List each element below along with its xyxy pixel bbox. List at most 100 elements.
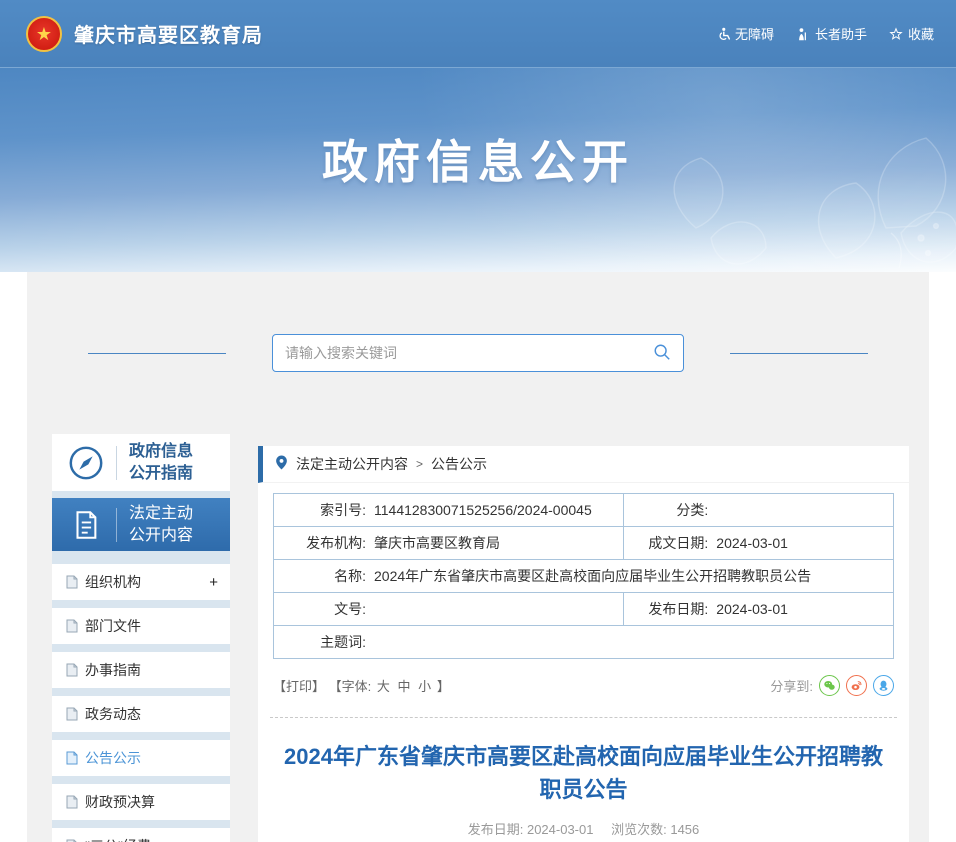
share-controls: 分享到: <box>770 675 894 696</box>
expand-plus-icon[interactable]: + <box>209 574 218 591</box>
search-icon <box>653 343 671 364</box>
article-toolbar: 【打印】 【字体: 大 中 小 】 分享到: <box>273 675 894 696</box>
elder-icon <box>796 27 810 41</box>
breadcrumb-parent-link[interactable]: 法定主动公开内容 <box>296 454 408 474</box>
doc-name-value: 2024年广东省肇庆市高要区赴高校面向应届毕业生公开招聘教职员公告 <box>374 568 812 584</box>
star-icon <box>889 26 903 41</box>
sidebar-item-three-public-expenses[interactable]: "三公"经费 <box>52 828 230 842</box>
publisher-label: 发布机构: <box>306 535 366 551</box>
page-icon <box>66 751 78 765</box>
article-meta: 发布日期: 2024-03-01 浏览次数: 1456 <box>258 819 909 838</box>
sidebar-item-statutory-disclosure[interactable]: 法定主动 公开内容 <box>52 498 230 551</box>
print-button[interactable]: 【打印】 <box>273 679 325 694</box>
document-meta-table: 索引号: 114412830071525256/2024-00045 分类: 发布… <box>272 493 894 659</box>
sidebar-item-organization[interactable]: 组织机构 + <box>52 564 230 600</box>
accessibility-icon <box>716 27 730 41</box>
elder-assistant-link[interactable]: 长者助手 <box>796 24 867 43</box>
sidebar-item-service-guide[interactable]: 办事指南 <box>52 652 230 688</box>
table-row: 主题词: <box>273 625 894 659</box>
search-section <box>27 272 929 434</box>
breadcrumb-current[interactable]: 公告公示 <box>431 454 487 474</box>
share-wechat-icon[interactable] <box>819 675 840 696</box>
elder-assistant-label: 长者助手 <box>814 27 867 42</box>
content-panel: 政府信息公开指南 法定主动公开内容 组织机构 + <box>27 272 929 842</box>
print-font-controls: 【打印】 【字体: 大 中 小 】 <box>273 676 450 695</box>
sidebar-active-label: 法定主动 公开内容 <box>129 504 194 544</box>
share-weibo-icon[interactable] <box>846 675 867 696</box>
sidebar-guide-label: 政府信息 公开指南 <box>129 442 194 482</box>
written-date-label: 成文日期: <box>648 535 709 551</box>
publish-date-meta-label: 发布日期: <box>467 822 524 837</box>
article-title: 2024年广东省肇庆市高要区赴高校面向应届毕业生公开招聘教职员公告 <box>284 744 883 802</box>
favorite-link[interactable]: 收藏 <box>889 24 934 43</box>
breadcrumb-separator: > <box>416 457 424 471</box>
accessibility-label: 无障碍 <box>734 27 774 42</box>
divider <box>116 507 117 542</box>
sidebar-item-department-documents[interactable]: 部门文件 <box>52 608 230 644</box>
compass-icon <box>66 444 106 482</box>
sidebar-item-label: 部门文件 <box>85 618 141 634</box>
sidebar-item-label: 办事指南 <box>85 662 141 678</box>
page-icon <box>66 795 78 809</box>
sidebar-item-government-news[interactable]: 政务动态 <box>52 696 230 732</box>
table-row: 索引号: 114412830071525256/2024-00045 分类: <box>272 493 894 527</box>
sidebar: 政府信息 公开指南 法定主动 公开内容 组织机构 + 部门文件 办事指南 政务动… <box>52 434 230 842</box>
left-decorative-line <box>88 352 226 354</box>
page-icon <box>66 575 78 589</box>
share-label: 分享到: <box>770 679 813 694</box>
doc-number-label: 文号: <box>334 601 366 617</box>
font-size-label-close: 】 <box>436 679 450 694</box>
views-meta-value: 1456 <box>670 822 700 837</box>
sidebar-item-label: "三公"经费 <box>85 836 151 842</box>
search-button[interactable] <box>653 343 671 364</box>
written-date-value: 2024-03-01 <box>716 535 788 551</box>
document-icon <box>66 508 106 542</box>
page-icon <box>66 663 78 677</box>
publish-date-value: 2024-03-01 <box>716 601 788 617</box>
header-links: 无障碍 长者助手 收藏 <box>716 24 934 43</box>
search-input[interactable] <box>285 345 653 361</box>
index-number-label: 索引号: <box>320 502 366 518</box>
accessibility-link[interactable]: 无障碍 <box>716 24 774 43</box>
banner: 政府信息公开 <box>0 68 956 272</box>
table-row: 发布机构: 肇庆市高要区教育局 成文日期: 2024-03-01 <box>272 526 894 560</box>
page: ★ 肇庆市高要区教育局 无障碍 长者助手 收藏 政府信息公开 请输入搜索关键词 … <box>0 0 956 842</box>
header-bar: ★ 肇庆市高要区教育局 无障碍 长者助手 收藏 <box>0 0 956 68</box>
divider <box>116 445 117 480</box>
sidebar-item-announcements[interactable]: 公告公示 <box>52 740 230 776</box>
views-meta-label: 浏览次数: <box>611 822 667 837</box>
main-content: 法定主动公开内容 > 公告公示 索引号: 114412830071525256/2… <box>258 446 909 842</box>
page-icon <box>66 619 78 633</box>
sidebar-item-label: 公告公示 <box>85 750 141 766</box>
publish-date-label: 发布日期: <box>648 601 709 617</box>
sidebar-item-guide[interactable]: 政府信息 公开指南 <box>52 434 230 491</box>
font-medium-button[interactable]: 中 <box>398 679 411 694</box>
sidebar-item-label: 组织机构 <box>85 574 141 590</box>
sidebar-item-fiscal-budget[interactable]: 财政预决算 <box>52 784 230 820</box>
page-icon <box>66 707 78 721</box>
font-large-button[interactable]: 大 <box>377 679 390 694</box>
search-box <box>272 334 684 372</box>
category-label: 分类: <box>676 502 709 518</box>
site-brand[interactable]: ★ 肇庆市高要区教育局 <box>26 15 263 52</box>
favorite-label: 收藏 <box>907 27 934 42</box>
breadcrumb: 法定主动公开内容 > 公告公示 <box>258 446 909 483</box>
sidebar-item-label: 政务动态 <box>85 706 141 722</box>
doc-name-label: 名称: <box>334 568 366 584</box>
index-number-value: 114412830071525256/2024-00045 <box>374 502 592 518</box>
site-title: 肇庆市高要区教育局 <box>74 25 263 47</box>
font-size-label: 【字体: <box>328 679 372 694</box>
dashed-divider <box>270 717 897 718</box>
right-decorative-line <box>730 352 868 354</box>
publish-date-meta-value: 2024-03-01 <box>526 822 594 837</box>
national-emblem-logo: ★ <box>26 15 62 52</box>
publisher-value: 肇庆市高要区教育局 <box>374 535 500 551</box>
location-pin-icon <box>275 455 288 473</box>
table-row: 文号: 发布日期: 2024-03-01 <box>272 592 894 626</box>
sidebar-item-label: 财政预决算 <box>85 794 155 810</box>
keywords-label: 主题词: <box>320 634 366 650</box>
table-row: 名称: 2024年广东省肇庆市高要区赴高校面向应届毕业生公开招聘教职员公告 <box>273 559 894 593</box>
font-small-button[interactable]: 小 <box>418 679 431 694</box>
share-qq-icon[interactable] <box>873 675 894 696</box>
page-title: 政府信息公开 <box>322 136 634 188</box>
